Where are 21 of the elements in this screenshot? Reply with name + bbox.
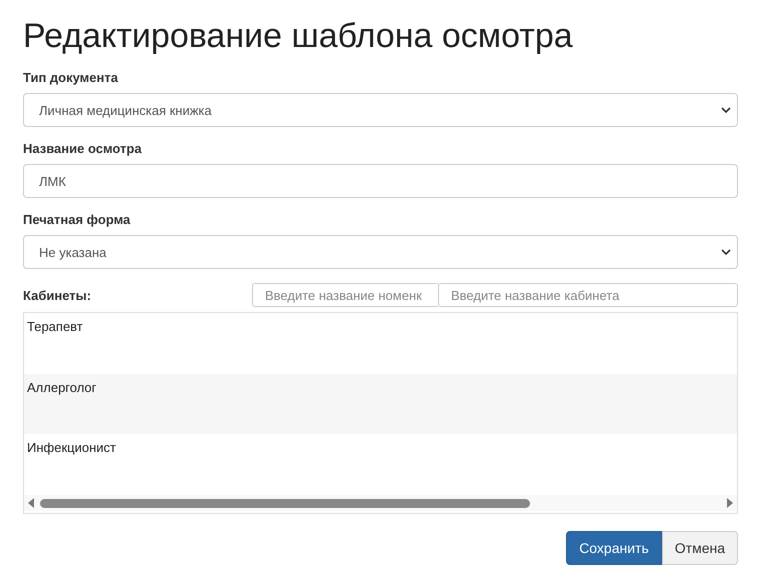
list-item[interactable]: Инфекционист — [27, 440, 116, 456]
horizontal-scrollbar[interactable] — [24, 495, 737, 512]
field-label: Название осмотра — [23, 141, 143, 156]
scroll-left-icon[interactable] — [28, 498, 34, 508]
list-item[interactable]: Аллерголог — [27, 380, 96, 395]
field-label: Кабинеты: — [23, 288, 92, 302]
page-title: Редактирование шаблона осмотра — [23, 16, 574, 57]
input-field[interactable]: ЛМК — [23, 164, 738, 198]
field-label: Тип документа — [23, 70, 119, 85]
save-button[interactable]: Сохранить — [566, 531, 662, 565]
chevron-down-icon — [721, 107, 731, 113]
list-item[interactable]: Терапевт — [27, 319, 83, 334]
chevron-down-icon — [721, 249, 731, 255]
select-field[interactable]: Личная медицинская книжка — [23, 93, 738, 127]
scrollbar-thumb[interactable] — [40, 498, 530, 508]
field-label: Печатная форма — [23, 212, 132, 227]
search-field[interactable]: Введите название кабинета — [438, 283, 738, 307]
scroll-right-icon[interactable] — [727, 498, 733, 508]
cancel-button[interactable]: Отмена — [662, 531, 738, 565]
search-field[interactable]: Введите название номенк — [252, 283, 438, 307]
select-field[interactable]: Не указана — [23, 235, 738, 269]
